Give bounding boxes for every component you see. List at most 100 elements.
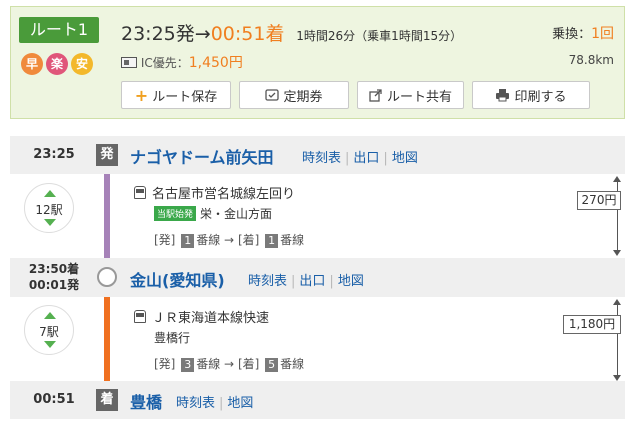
arrival-time-label: 00:51 xyxy=(33,392,75,407)
print-label: 印刷する xyxy=(514,89,567,105)
station-row-departure: 23:25 発 ナゴヤドーム前矢田 時刻表 | 出口 | 地図 xyxy=(10,136,625,174)
dep-label: [発] xyxy=(154,233,176,247)
stop-count: 12駅 xyxy=(35,203,63,217)
fare-row: IC優先：1,450円 xyxy=(121,52,243,72)
line-name: 名古屋市営名城線左回り xyxy=(152,187,296,202)
station-row-arrival: 00:51 着 豊橋 時刻表 | 地図 xyxy=(10,381,625,419)
expand-down-icon xyxy=(44,341,56,348)
map-link[interactable]: 地図 xyxy=(227,396,253,411)
transfer-info: 乗換：1回 xyxy=(552,23,614,43)
stop-count-badge[interactable]: 7駅 xyxy=(24,305,74,355)
line-segment-meijo xyxy=(104,164,110,268)
train-line: 名古屋市営名城線左回り xyxy=(134,183,304,202)
easy-icon: 楽 xyxy=(46,53,68,75)
map-link[interactable]: 地図 xyxy=(338,274,364,289)
platform-suffix: 番線 xyxy=(280,357,305,371)
arrival-mark: 着 xyxy=(96,389,118,411)
print-button[interactable]: 印刷する xyxy=(472,81,590,109)
fare-span-arrow-up xyxy=(613,299,621,305)
expand-up-icon xyxy=(44,312,56,319)
route-summary: ルート1 早 楽 安 23:25発→00:51着 1時間26分（乗車1時間15分… xyxy=(10,6,625,119)
share-icon xyxy=(369,89,382,102)
station-links-arrival: 時刻表 | 地図 xyxy=(176,392,253,411)
fare-span-arrow-down xyxy=(613,250,621,256)
route-times: 23:25発→00:51着 1時間26分（乗車1時間15分） xyxy=(121,19,462,46)
train-icon xyxy=(134,310,146,323)
stop-count-badge[interactable]: 12駅 xyxy=(24,183,74,233)
departure-time: 23:25発 xyxy=(121,23,195,45)
printer-icon xyxy=(496,89,510,102)
direction: 当駅始発 栄・金山方面 xyxy=(154,205,304,222)
dep-platform: 3 xyxy=(181,358,195,372)
line-name: ＪＲ東海道本線快速 xyxy=(152,311,270,326)
arr-platform: 5 xyxy=(265,358,279,372)
segment-fare: 1,180円 xyxy=(563,315,621,334)
commuter-pass-icon xyxy=(265,89,280,101)
arr-label: [着] xyxy=(237,357,260,371)
timetable-link[interactable]: 時刻表 xyxy=(176,396,215,411)
platform-suffix: 番線 xyxy=(280,233,305,247)
save-route-label: ルート保存 xyxy=(152,89,218,105)
transfer-depart-time: 00:01発 xyxy=(28,278,80,292)
line-segment-jr xyxy=(104,285,110,389)
map-link[interactable]: 地図 xyxy=(392,151,418,166)
route-feature-icons: 早 楽 安 xyxy=(21,53,93,75)
route-badge[interactable]: ルート1 xyxy=(19,17,99,43)
trip-duration: 1時間26分（乗車1時間15分） xyxy=(296,29,463,43)
arr-platform: 1 xyxy=(265,234,279,248)
direction-text: 栄・金山方面 xyxy=(200,207,273,221)
exit-link[interactable]: 出口 xyxy=(299,274,325,289)
transfer-node-icon xyxy=(97,267,117,287)
fast-icon: 早 xyxy=(21,53,43,75)
direction-text: 豊橋行 xyxy=(154,331,191,345)
transfer-label: 乗換： xyxy=(552,27,592,42)
station-links-transfer: 時刻表 | 出口 | 地図 xyxy=(248,270,364,289)
segment-fare: 270円 xyxy=(577,191,621,210)
expand-down-icon xyxy=(44,219,56,226)
commuter-pass-button[interactable]: 定期券 xyxy=(239,81,349,109)
link-divider: | xyxy=(345,151,350,166)
departure-time-label: 23:25 xyxy=(33,147,75,162)
platform-suffix: 番線 xyxy=(196,233,221,247)
total-fare: 1,450円 xyxy=(188,55,243,71)
fare-span-arrow-up xyxy=(613,176,621,182)
route-actions: + ルート保存 定期券 ルート共有 印刷する xyxy=(121,81,590,109)
exit-link[interactable]: 出口 xyxy=(353,151,379,166)
train-line: ＪＲ東海道本線快速 xyxy=(134,307,304,326)
transfer-arrive-time: 23:50着 xyxy=(28,262,80,276)
segment-info: 名古屋市営名城線左回り 当駅始発 栄・金山方面 [発] 1 番線 → [着] 1 番線 xyxy=(134,183,304,248)
link-divider: | xyxy=(383,151,388,166)
platforms: [発] 3 番線 → [着] 5 番線 xyxy=(154,355,304,372)
timetable-link[interactable]: 時刻表 xyxy=(302,151,341,166)
platform-suffix: 番線 xyxy=(196,357,221,371)
dep-platform: 1 xyxy=(181,234,195,248)
arrival-time: 00:51着 xyxy=(210,23,285,45)
dep-label: [発] xyxy=(154,357,176,371)
station-name-departure[interactable]: ナゴヤドーム前矢田 xyxy=(130,144,274,168)
transfer-time-label: 23:50着 00:01発 xyxy=(10,261,98,293)
arr-label: [着] xyxy=(237,233,260,247)
platform-arrow: → xyxy=(224,233,235,247)
stop-count: 7駅 xyxy=(39,325,59,339)
segment-info: ＪＲ東海道本線快速 豊橋行 [発] 3 番線 → [着] 5 番線 xyxy=(134,307,304,372)
transfer-count: 1回 xyxy=(591,26,614,42)
share-route-button[interactable]: ルート共有 xyxy=(357,81,464,109)
save-route-button[interactable]: + ルート保存 xyxy=(121,81,231,109)
first-train-badge: 当駅始発 xyxy=(154,206,197,221)
expand-up-icon xyxy=(44,190,56,197)
station-links-departure: 時刻表 | 出口 | 地図 xyxy=(302,147,418,166)
departure-mark: 発 xyxy=(96,144,118,166)
platforms: [発] 1 番線 → [着] 1 番線 xyxy=(154,231,304,248)
link-divider: | xyxy=(329,274,334,289)
station-name-transfer[interactable]: 金山(愛知県) xyxy=(130,267,225,291)
share-route-label: ルート共有 xyxy=(386,89,452,105)
ic-label: IC優先： xyxy=(140,56,189,70)
timetable-link[interactable]: 時刻表 xyxy=(248,274,287,289)
commuter-pass-label: 定期券 xyxy=(283,89,323,105)
plus-icon: + xyxy=(134,85,149,105)
train-icon xyxy=(134,186,146,199)
link-divider: | xyxy=(291,274,296,289)
ic-card-icon xyxy=(121,57,137,68)
station-name-arrival[interactable]: 豊橋 xyxy=(130,389,162,413)
link-divider: | xyxy=(219,396,224,411)
